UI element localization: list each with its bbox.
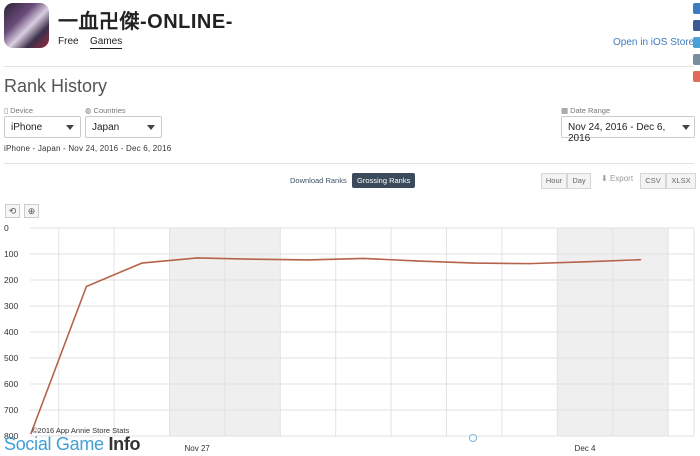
chevron-down-icon — [66, 125, 74, 130]
countries-select-value: Japan — [92, 122, 120, 133]
data-point — [362, 257, 365, 260]
share-twitter-icon[interactable] — [693, 37, 700, 48]
date-range-label: ▦ Date Range — [561, 106, 611, 115]
header-divider — [4, 66, 694, 67]
app-title: 一血卍傑-ONLINE- — [58, 11, 233, 33]
data-point — [141, 262, 143, 264]
xlsx-button[interactable]: XLSX — [666, 173, 696, 189]
y-tick-label: 200 — [4, 275, 18, 285]
section-divider — [4, 163, 694, 164]
data-point — [251, 258, 254, 260]
countries-label: ◍ Countries — [85, 106, 126, 115]
device-select-value: iPhone — [11, 122, 43, 133]
device-icon: ▯ — [4, 106, 9, 115]
x-tick-label: Dec 4 — [575, 444, 596, 453]
globe-icon: ◍ — [85, 106, 92, 115]
y-axis-ticks: 0100200300400500600700800 — [4, 223, 18, 441]
open-in-ios-store-link[interactable]: Open in iOS Store — [613, 37, 694, 48]
data-point — [85, 285, 88, 288]
data-point — [196, 257, 198, 259]
app-icon — [4, 3, 49, 48]
date-range-select[interactable]: Nov 24, 2016 - Dec 6, 2016 — [561, 116, 695, 144]
app-price: Free — [58, 36, 79, 47]
calendar-icon: ▦ — [561, 106, 569, 115]
date-range-value: Nov 24, 2016 - Dec 6, 2016 — [568, 122, 666, 144]
tab-download-ranks[interactable]: Download Ranks — [285, 173, 352, 188]
day-button[interactable]: Day — [567, 173, 591, 189]
export-label: ⬇ Export — [601, 174, 634, 183]
share-email-icon[interactable] — [693, 54, 700, 65]
app-category-link[interactable]: Games — [90, 36, 123, 49]
chevron-down-icon — [682, 125, 690, 130]
data-point — [584, 261, 586, 263]
reset-zoom-icon[interactable]: ⟲ — [5, 204, 20, 218]
chevron-down-icon — [147, 125, 155, 130]
annotation-marker-icon — [469, 434, 477, 442]
social-game-info-watermark: Social Game Info — [4, 434, 141, 454]
data-point — [418, 260, 420, 262]
y-tick-label: 100 — [4, 249, 18, 259]
device-label: ▯ Device — [4, 106, 34, 115]
data-point — [473, 262, 476, 264]
data-point — [639, 258, 642, 261]
filter-summary: iPhone - Japan - Nov 24, 2016 - Dec 6, 2… — [4, 144, 172, 153]
y-tick-label: 600 — [4, 379, 18, 389]
share-facebook-icon[interactable] — [693, 20, 700, 31]
data-point — [528, 262, 531, 265]
y-tick-label: 0 — [4, 223, 9, 233]
y-tick-label: 700 — [4, 405, 18, 415]
share-googleplus-icon[interactable] — [693, 71, 700, 82]
share-linkedin-icon[interactable] — [693, 3, 700, 14]
y-tick-label: 500 — [4, 353, 18, 363]
y-tick-label: 300 — [4, 301, 18, 311]
y-tick-label: 400 — [4, 327, 18, 337]
page-title: Rank History — [4, 76, 108, 96]
x-tick-label: Nov 27 — [185, 444, 211, 453]
csv-button[interactable]: CSV — [640, 173, 666, 189]
rank-history-chart: 0100200300400500600700800 Nov 27 Dec 4 — [4, 223, 695, 453]
x-axis-ticks: Nov 27 Dec 4 — [185, 444, 596, 453]
tab-grossing-ranks[interactable]: Grossing Ranks — [352, 173, 416, 188]
hour-button[interactable]: Hour — [541, 173, 567, 189]
zoom-icon[interactable]: ⊕ — [24, 204, 39, 218]
device-select[interactable]: iPhone — [4, 116, 81, 138]
download-icon: ⬇ — [601, 174, 608, 183]
data-point — [307, 259, 309, 261]
countries-select[interactable]: Japan — [85, 116, 162, 138]
